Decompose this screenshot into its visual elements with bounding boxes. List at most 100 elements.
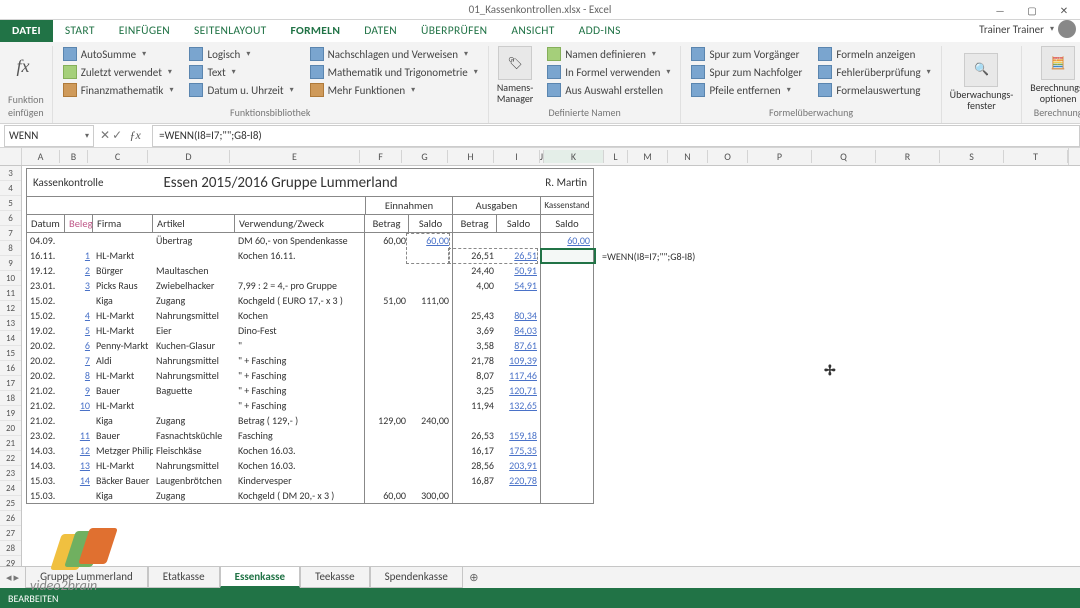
tab-data[interactable]: DATEN [352, 20, 409, 42]
table-row[interactable]: 15.02.KigaZugangKochgeld ( EURO 17,- x 3… [27, 293, 593, 308]
sheet-tab[interactable]: Spendenkasse [370, 567, 463, 588]
sheet-tab[interactable]: Etatkasse [148, 567, 220, 588]
row-header[interactable]: 27 [0, 526, 21, 541]
btn-error-check[interactable]: Fehlerüberprüfung▾ [816, 64, 932, 80]
col-header-G[interactable]: G [402, 150, 448, 163]
tab-review[interactable]: ÜBERPRÜFEN [409, 20, 499, 42]
tab-view[interactable]: ANSICHT [499, 20, 566, 42]
row-header[interactable]: 25 [0, 496, 21, 511]
table-row[interactable]: 04.09.ÜbertragDM 60,- von Spendenkasse60… [27, 233, 593, 248]
table-row[interactable]: 20.02.8HL-MarktNahrungsmittel" + Faschin… [27, 368, 593, 383]
row-header[interactable]: 24 [0, 481, 21, 496]
table-row[interactable]: 21.02.10HL-Markt" + Fasching11,94132,65 [27, 398, 593, 413]
col-header-N[interactable]: N [668, 150, 708, 163]
col-header-E[interactable]: E [230, 150, 360, 163]
table-row[interactable]: 21.02.KigaZugangBetrag ( 129,- )129,0024… [27, 413, 593, 428]
col-header-K[interactable]: K [544, 150, 604, 163]
row-header[interactable]: 19 [0, 406, 21, 421]
row-header[interactable]: 9 [0, 256, 21, 271]
btn-name-manager[interactable]: Namens-Manager [497, 82, 533, 104]
btn-remove-arrows[interactable]: Pfeile entfernen▾ [689, 82, 804, 98]
row-header[interactable]: 4 [0, 181, 21, 196]
col-header-P[interactable]: P [748, 150, 812, 163]
confirm-icon[interactable]: ✓ [112, 128, 122, 143]
btn-trace-precedents[interactable]: Spur zum Vorgänger [689, 46, 804, 62]
formula-input[interactable]: =WENN(I8=I7;"";G8-I8) [152, 125, 1080, 147]
row-header[interactable]: 28 [0, 541, 21, 556]
row-header[interactable]: 23 [0, 466, 21, 481]
sheet-tab[interactable]: Teekasse [300, 567, 370, 588]
row-header[interactable]: 22 [0, 451, 21, 466]
btn-autosum[interactable]: AutoSumme▾ [61, 46, 176, 62]
row-header[interactable]: 12 [0, 301, 21, 316]
btn-financial[interactable]: Finanzmathematik▾ [61, 82, 176, 98]
minimize-button[interactable]: — [984, 0, 1016, 20]
tab-addins[interactable]: ADD-INS [567, 20, 633, 42]
table-row[interactable]: 15.02.4HL-MarktNahrungsmittelKochen25,43… [27, 308, 593, 323]
row-header[interactable]: 18 [0, 391, 21, 406]
btn-morefn[interactable]: Mehr Funktionen▾ [308, 82, 480, 98]
tab-file[interactable]: DATEI [0, 20, 53, 42]
row-header[interactable]: 5 [0, 196, 21, 211]
tab-pagelayout[interactable]: SEITENLAYOUT [182, 20, 279, 42]
row-header[interactable]: 17 [0, 376, 21, 391]
tab-start[interactable]: START [53, 20, 107, 42]
btn-define-name[interactable]: Namen definieren▾ [545, 46, 672, 62]
row-header[interactable]: 16 [0, 361, 21, 376]
row-header[interactable]: 3 [0, 166, 21, 181]
col-header-Q[interactable]: Q [812, 150, 876, 163]
table-row[interactable]: 20.02.6Penny-MarktKuchen-Glasur"3,5887,6… [27, 338, 593, 353]
btn-trace-dependents[interactable]: Spur zum Nachfolger [689, 64, 804, 80]
row-header[interactable]: 8 [0, 241, 21, 256]
table-row[interactable]: 14.03.12Metzger Philip.FleischkäseKochen… [27, 443, 593, 458]
cancel-icon[interactable]: ✕ [100, 128, 110, 143]
table-row[interactable]: 15.03.14Bäcker BauerLaugenbrötchenKinder… [27, 473, 593, 488]
row-header[interactable]: 15 [0, 346, 21, 361]
btn-create-from-sel[interactable]: Aus Auswahl erstellen [545, 82, 672, 98]
col-header-L[interactable]: L [604, 150, 628, 163]
btn-calc-options[interactable]: Berechnungs-optionen [1030, 82, 1080, 104]
table-row[interactable]: 21.02.9BauerBaguette" + Fasching3,25120,… [27, 383, 593, 398]
btn-lookup[interactable]: Nachschlagen und Verweisen▾ [308, 46, 480, 62]
maximize-button[interactable]: ▢ [1016, 0, 1048, 20]
calc-options-icon[interactable]: 🧮 [1041, 46, 1075, 80]
row-header[interactable]: 11 [0, 286, 21, 301]
col-header-T[interactable]: T [1004, 150, 1068, 163]
fx-icon-small[interactable]: ƒx [124, 128, 146, 143]
row-header[interactable]: 13 [0, 316, 21, 331]
btn-recent[interactable]: Zuletzt verwendet▾ [61, 64, 176, 80]
row-header[interactable]: 10 [0, 271, 21, 286]
table-row[interactable]: 19.02.5HL-MarktEierDino-Fest3,6984,03 [27, 323, 593, 338]
col-header-A[interactable]: A [22, 150, 60, 163]
btn-datetime[interactable]: Datum u. Uhrzeit▾ [187, 82, 295, 98]
table-row[interactable]: 23.02.11BauerFasnachtsküchleFasching26,5… [27, 428, 593, 443]
row-header[interactable]: 21 [0, 436, 21, 451]
worksheet[interactable]: 3456789101112131415161718192021222324252… [0, 166, 1080, 606]
table-row[interactable]: 15.03.KigaZugangKochgeld ( DM 20,- x 3 )… [27, 488, 593, 503]
watch-window-icon[interactable]: 🔍 [964, 53, 998, 87]
col-header-H[interactable]: H [448, 150, 494, 163]
row-header[interactable]: 14 [0, 331, 21, 346]
row-header[interactable]: 26 [0, 511, 21, 526]
btn-watch-window[interactable]: Überwachungs-fenster [950, 89, 1014, 111]
row-header[interactable]: 6 [0, 211, 21, 226]
col-header-R[interactable]: R [876, 150, 940, 163]
btn-math[interactable]: Mathematik und Trigonometrie▾ [308, 64, 480, 80]
name-box[interactable]: WENN▾ [4, 125, 94, 147]
btn-show-formulas[interactable]: Formeln anzeigen [816, 46, 932, 62]
btn-logical[interactable]: Logisch▾ [187, 46, 295, 62]
tab-insert[interactable]: EINFÜGEN [107, 20, 182, 42]
user-area[interactable]: Trainer Trainer ▾ [979, 20, 1076, 38]
col-header-B[interactable]: B [60, 150, 88, 163]
row-header[interactable]: 20 [0, 421, 21, 436]
col-header-S[interactable]: S [940, 150, 1004, 163]
table-row[interactable]: 23.01.3Picks RausZwiebelhacker7,99 : 2 =… [27, 278, 593, 293]
tab-nav-last[interactable]: ▸ [14, 571, 20, 584]
col-header-F[interactable]: F [360, 150, 402, 163]
row-header[interactable]: 7 [0, 226, 21, 241]
table-row[interactable]: 19.12.2BürgerMaultaschen24,4050,91 [27, 263, 593, 278]
col-header-O[interactable]: O [708, 150, 748, 163]
add-sheet-button[interactable]: ⊕ [463, 571, 485, 584]
close-button[interactable]: ✕ [1048, 0, 1080, 20]
sheet-tab[interactable]: Essenkasse [220, 567, 300, 588]
